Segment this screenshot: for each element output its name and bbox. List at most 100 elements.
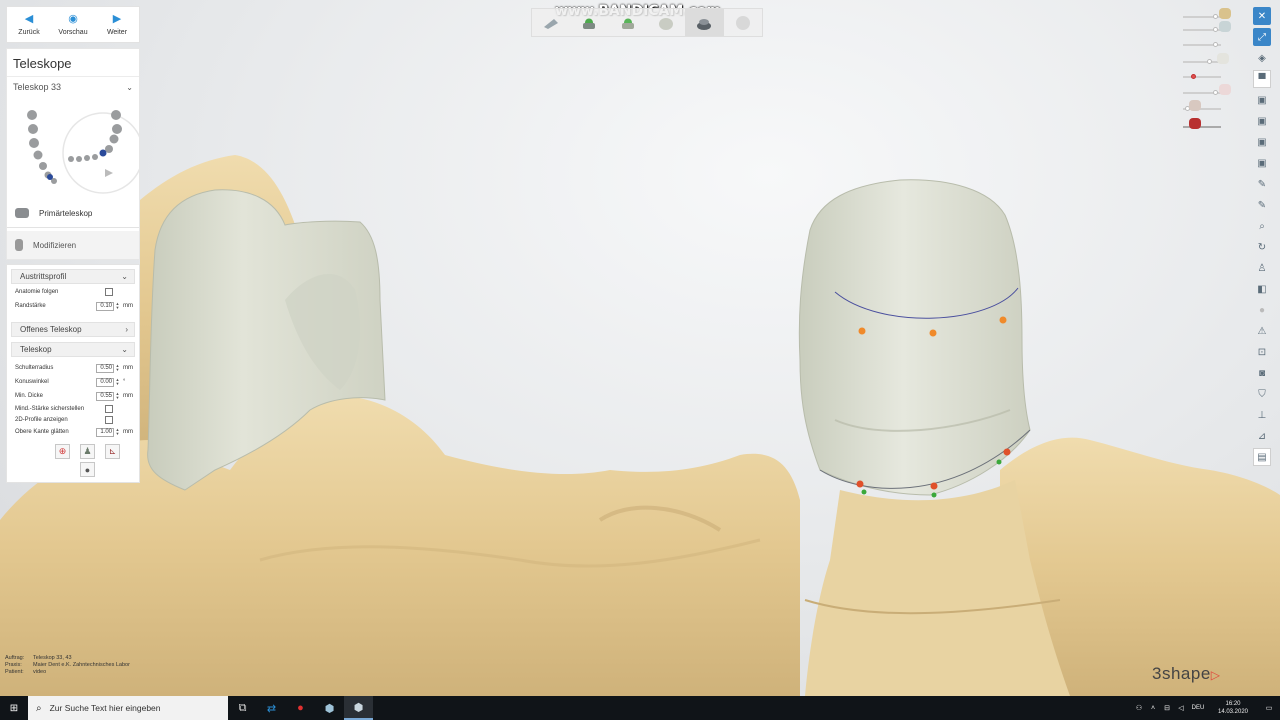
notifications-icon[interactable]: ▭ xyxy=(1258,704,1280,712)
right-toolbar: ✕ ⤢ ◈ ▀ ▣ ▣ ▣ ▣ ✎ ✎ ⌕ ↻ ♙ ◧ ● ⚠ ⊡ ◙ ⛉ ⊥ … xyxy=(1253,7,1273,469)
measure-button[interactable]: ⊿ xyxy=(1253,427,1271,445)
show-2d-profiles-checkbox[interactable] xyxy=(105,415,113,424)
view-2-button[interactable]: ▣ xyxy=(1253,91,1271,109)
shoulder-radius-input[interactable]: 0.50 xyxy=(96,363,114,373)
spinner-icon[interactable]: ▲ ▼ xyxy=(115,428,120,436)
measure-tool-button[interactable]: ⊾ xyxy=(105,444,120,459)
section-view-button[interactable]: ⊡ xyxy=(1253,343,1271,361)
app-button-2[interactable]: ⬢ xyxy=(344,696,373,720)
model-thumb-icon xyxy=(1219,8,1231,19)
follow-anatomy-checkbox[interactable] xyxy=(105,288,113,296)
tooth-chart[interactable] xyxy=(21,105,139,199)
control-point xyxy=(929,329,937,337)
spinner-icon[interactable]: ▲ ▼ xyxy=(115,364,120,372)
tool-die-green-2[interactable] xyxy=(609,9,647,36)
view-3-button[interactable]: ▣ xyxy=(1253,112,1271,130)
warning-icon: ⚠ xyxy=(1257,325,1267,337)
view-front-button[interactable]: ▀ xyxy=(1253,70,1271,88)
view-4-button[interactable]: ▣ xyxy=(1253,133,1271,151)
teamviewer-icon: ⇄ xyxy=(266,702,277,715)
dental-model-scene[interactable] xyxy=(0,0,1280,696)
spinner-icon[interactable]: ▲ ▼ xyxy=(115,378,120,386)
margin-thickness-input[interactable]: 0.10 xyxy=(96,301,114,311)
screenshot-button[interactable]: ▤ xyxy=(1253,448,1271,466)
tooth-icon: ♙ xyxy=(1257,262,1267,274)
spinner-icon[interactable]: ▲ ▼ xyxy=(115,392,120,400)
close-icon: ✕ xyxy=(1257,10,1267,22)
tooth-view-button[interactable]: ♙ xyxy=(1253,259,1271,277)
close-view-button[interactable]: ✕ xyxy=(1253,7,1271,25)
tool-telescope[interactable] xyxy=(685,9,724,36)
visibility-slider-2[interactable] xyxy=(1183,21,1231,35)
plane-button[interactable]: ⊥ xyxy=(1253,406,1271,424)
section-open-telescope[interactable]: Offenes Teleskop › xyxy=(11,322,135,337)
view-5-button[interactable]: ▣ xyxy=(1253,154,1271,172)
tool-margin-line[interactable] xyxy=(532,9,570,36)
start-button[interactable]: ⊞ xyxy=(0,696,28,720)
sculpt-button[interactable]: ✎ xyxy=(1253,175,1271,193)
language-indicator[interactable]: DEU xyxy=(1188,705,1208,711)
box-icon: ▣ xyxy=(1257,136,1267,148)
control-point xyxy=(1003,448,1011,456)
crown-tool-button[interactable]: ♟ xyxy=(80,444,95,459)
brush-icon: ✎ xyxy=(1257,199,1267,211)
visibility-slider-6[interactable] xyxy=(1183,84,1231,98)
tooth-43 xyxy=(47,174,53,180)
ensure-min-thickness-checkbox[interactable] xyxy=(105,404,113,413)
telescope-tool-button[interactable]: ● xyxy=(80,462,95,477)
people-icon[interactable]: ⚇ xyxy=(1132,704,1146,712)
scan-view-button[interactable]: ◧ xyxy=(1253,280,1271,298)
row-margin-thickness: Randstärke 0.10 ▲ ▼ mm xyxy=(15,301,133,311)
tooth-33 xyxy=(99,149,107,157)
fullscreen-button[interactable]: ⤢ xyxy=(1253,28,1271,46)
section-telescope[interactable]: Teleskop ⌄ xyxy=(11,342,135,357)
search-button[interactable]: ⌕ xyxy=(1253,217,1271,235)
scan-thumb-icon xyxy=(1189,118,1201,129)
min-thickness-input[interactable]: 0.55 xyxy=(96,391,114,401)
spinner-icon[interactable]: ▲ ▼ xyxy=(115,302,120,310)
logo-triangle-icon: ▷ xyxy=(1210,668,1221,682)
visibility-slider-8[interactable] xyxy=(1183,118,1231,132)
top-toolbar xyxy=(531,8,763,37)
row-smooth-top-edge: Obere Kante glätten 1.00 ▲ ▼ mm xyxy=(15,427,133,437)
windows-taskbar: ⊞ ⌕ Zur Suche Text hier eingeben ⧉ ⇄ ● ⬢… xyxy=(0,696,1280,720)
step-primary-telescope[interactable]: Primärteleskop xyxy=(7,199,139,227)
telescope-select[interactable]: Teleskop 33 ⌄ xyxy=(7,77,139,97)
tool-coping[interactable] xyxy=(647,9,685,36)
smooth-top-edge-input[interactable]: 1.00 xyxy=(96,427,114,437)
sphere-button[interactable]: ● xyxy=(1253,301,1271,319)
order-info: Auftrag: Teleskop 33, 43 Praxis: Maier Den… xyxy=(5,655,130,675)
shield-button[interactable]: ⛉ xyxy=(1253,385,1271,403)
task-view-button[interactable]: ⧉ xyxy=(228,696,257,720)
sculpt-2-button[interactable]: ✎ xyxy=(1253,196,1271,214)
row-cone-angle: Konuswinkel 0.00 ▲ ▼ ° xyxy=(15,377,126,387)
camera-icon: ◙ xyxy=(1258,367,1266,379)
add-tool-button[interactable]: ⊕ xyxy=(55,444,70,459)
3d-viewport[interactable] xyxy=(0,0,1280,696)
tool-die-green[interactable] xyxy=(570,9,608,36)
volume-icon[interactable]: ◁ xyxy=(1174,704,1188,712)
visibility-slider-7[interactable] xyxy=(1183,100,1231,114)
view-top-button[interactable]: ◈ xyxy=(1253,49,1271,67)
visibility-slider-3[interactable] xyxy=(1183,40,1231,50)
camera-button[interactable]: ◙ xyxy=(1253,364,1271,382)
row-min-thickness: Min. Dicke 0.55 ▲ ▼ mm xyxy=(15,391,133,401)
taskbar-search[interactable]: ⌕ Zur Suche Text hier eingeben xyxy=(28,696,228,720)
network-icon[interactable]: ⊟ xyxy=(1160,704,1174,712)
rotate-button[interactable]: ↻ xyxy=(1253,238,1271,256)
preview-button[interactable]: ◉ Vorschau xyxy=(51,7,95,42)
app-button-1[interactable]: ⬢ xyxy=(315,696,344,720)
step-modify[interactable]: Modifizieren xyxy=(7,231,139,259)
teamviewer-button[interactable]: ⇄ xyxy=(257,696,286,720)
visibility-slider-5[interactable] xyxy=(1183,72,1231,82)
section-exit-profile[interactable]: Austrittsprofil ⌄ xyxy=(11,269,135,284)
bandicam-button[interactable]: ● xyxy=(286,696,315,720)
back-button[interactable]: ◀ Zurück xyxy=(7,7,51,42)
warning-button[interactable]: ⚠ xyxy=(1253,322,1271,340)
chevron-up-icon[interactable]: ˄ xyxy=(1146,705,1160,712)
cone-angle-input[interactable]: 0.00 xyxy=(96,377,114,387)
brand-logo: 3shape▷ xyxy=(1152,664,1221,683)
next-button[interactable]: ▶ Weiter xyxy=(95,7,139,42)
clock[interactable]: 16:20 14.03.2020 xyxy=(1208,700,1258,716)
visibility-slider-4[interactable] xyxy=(1183,53,1231,67)
